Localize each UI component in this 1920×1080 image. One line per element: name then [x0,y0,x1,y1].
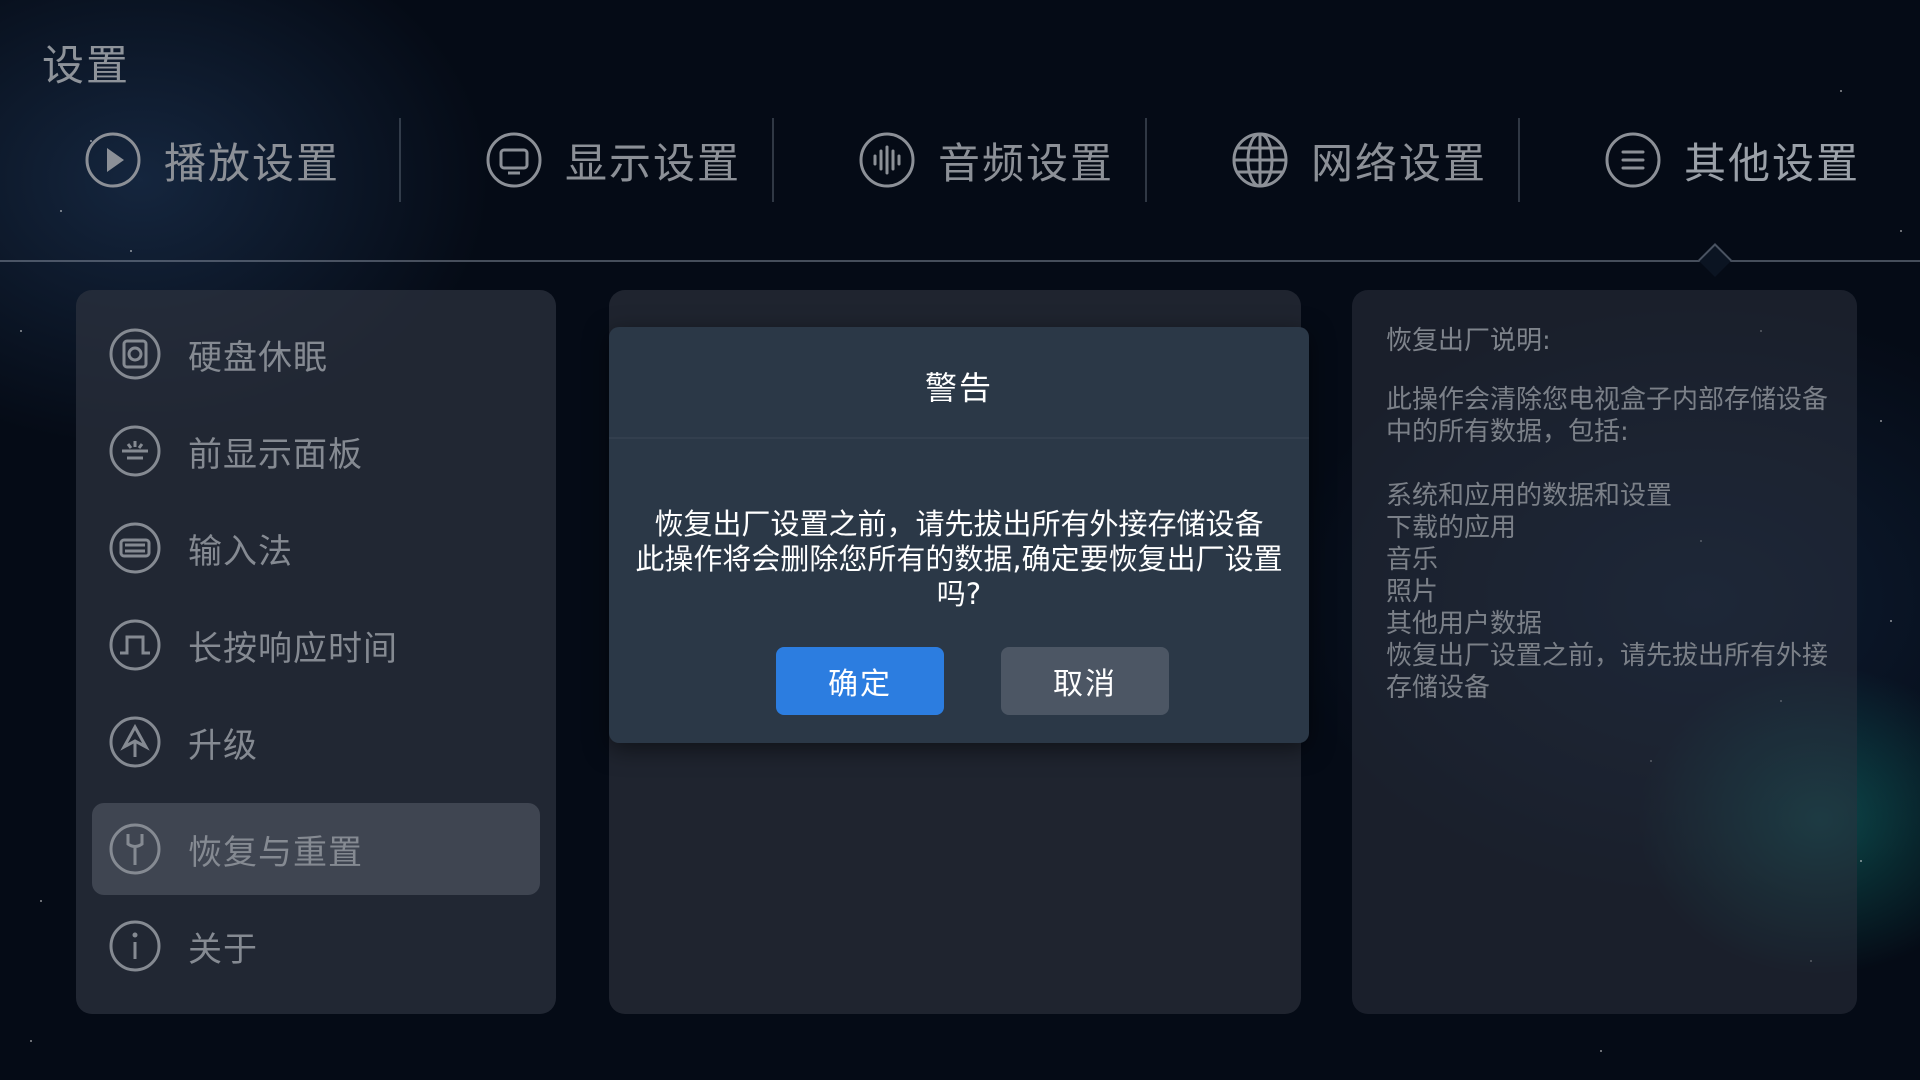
play-icon [84,131,142,189]
sidebar-item-label: 硬盘休眠 [188,337,328,378]
dialog-message-line: 此操作将会删除您所有的数据,确定要恢复出厂设置吗? [635,542,1283,611]
sidebar-item-reset[interactable]: 恢复与重置 [92,803,540,895]
sidebar-item-front-panel[interactable]: 前显示面板 [92,405,540,497]
info-list-item: 音乐 [1386,545,1439,575]
sidebar-item-label: 输入法 [188,531,293,572]
sidebar-item-long-press[interactable]: 长按响应时间 [92,599,540,691]
sidebar-item-label: 长按响应时间 [188,628,398,669]
monitor-icon [485,131,543,189]
info-list-item: 其他用户数据 [1386,609,1543,639]
menu-icon [1604,131,1662,189]
tab-label: 播放设置 [164,138,341,188]
sidebar-item-input-method[interactable]: 输入法 [92,502,540,594]
info-list-item: 恢复出厂设置之前，请先拔出所有外接存储设备 [1386,641,1829,703]
info-description: 此操作会清除您电视盒子内部存储设备中的所有数据，包括: [1386,385,1829,447]
globe-icon [1231,131,1289,189]
sidebar-item-about[interactable]: 关于 [92,900,540,992]
info-list-item: 下载的应用 [1386,513,1517,543]
sidebar-panel: 硬盘休眠 前显示面板 输入法 长按响应时间 升级 恢复与重置 关于 [76,290,556,1014]
wrench-icon [108,822,162,876]
info-list-item: 照片 [1386,577,1439,607]
top-tab-bar: 播放设置 显示设置 音频设置 网络设置 其他设置 [0,118,1920,202]
info-title: 恢复出厂说明: [1386,326,1551,356]
tab-label: 音频设置 [938,138,1115,188]
tab-other[interactable]: 其他设置 [1520,118,1893,202]
dialog-title: 警告 [924,369,993,407]
info-icon [108,919,162,973]
tab-display[interactable]: 显示设置 [401,118,774,202]
tab-playback[interactable]: 播放设置 [0,118,401,202]
dialog-separator [609,437,1309,439]
sidebar-item-upgrade[interactable]: 升级 [92,696,540,788]
sidebar-item-label: 恢复与重置 [188,832,363,873]
cancel-button[interactable]: 取消 [1001,647,1169,715]
tab-label: 其他设置 [1684,138,1861,188]
tab-network[interactable]: 网络设置 [1147,118,1520,202]
info-list: 系统和应用的数据和设置 下载的应用 音乐 照片 其他用户数据 恢复出厂设置之前，… [1386,480,1836,704]
active-tab-indicator [1698,243,1732,277]
pulse-icon [108,618,162,672]
upgrade-icon [108,715,162,769]
confirm-button[interactable]: 确定 [776,647,944,715]
dialog-message: 恢复出厂设置之前，请先拔出所有外接存储设备 此操作将会删除您所有的数据,确定要恢… [619,507,1299,612]
info-list-item: 系统和应用的数据和设置 [1386,481,1673,511]
front-panel-icon [108,424,162,478]
keyboard-icon [108,521,162,575]
audio-icon [858,131,916,189]
sidebar-item-label: 前显示面板 [188,434,363,475]
page-title: 设置 [42,41,131,90]
sidebar-item-label: 升级 [188,725,258,766]
tab-label: 网络设置 [1311,138,1488,188]
warning-dialog: 警告 恢复出厂设置之前，请先拔出所有外接存储设备 此操作将会删除您所有的数据,确… [609,327,1309,743]
tab-audio[interactable]: 音频设置 [774,118,1147,202]
tab-divider [0,260,1920,262]
sidebar-item-label: 关于 [188,929,258,970]
dialog-message-line: 恢复出厂设置之前，请先拔出所有外接存储设备 [654,507,1264,541]
sidebar-item-disk-sleep[interactable]: 硬盘休眠 [92,308,540,400]
disk-icon [108,327,162,381]
info-panel: 恢复出厂说明: 此操作会清除您电视盒子内部存储设备中的所有数据，包括: 系统和应… [1352,290,1857,1014]
tab-label: 显示设置 [565,138,742,188]
